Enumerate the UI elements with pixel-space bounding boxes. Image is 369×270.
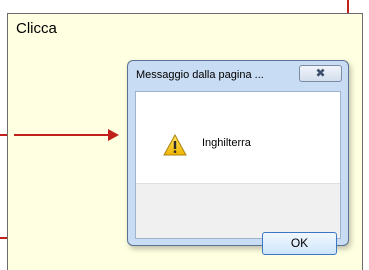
alert-dialog: Messaggio dalla pagina ... ✖ Inghilterra… [127, 60, 349, 255]
ok-button[interactable]: OK [262, 232, 337, 255]
dialog-title: Messaggio dalla pagina ... [136, 69, 264, 81]
dialog-message: Inghilterra [202, 137, 251, 149]
annotation-line-top [347, 0, 349, 13]
annotation-line-bottom [0, 237, 7, 239]
dialog-body: Inghilterra OK [135, 91, 341, 255]
annotation-arrow-head [108, 129, 119, 141]
close-button[interactable]: ✖ [299, 65, 342, 82]
close-icon: ✖ [315, 66, 326, 80]
dialog-footer [136, 183, 340, 238]
page-text: Clicca [16, 20, 57, 37]
warning-icon [163, 134, 187, 156]
annotation-arrow [14, 134, 114, 136]
annotation-line-left [0, 134, 7, 136]
